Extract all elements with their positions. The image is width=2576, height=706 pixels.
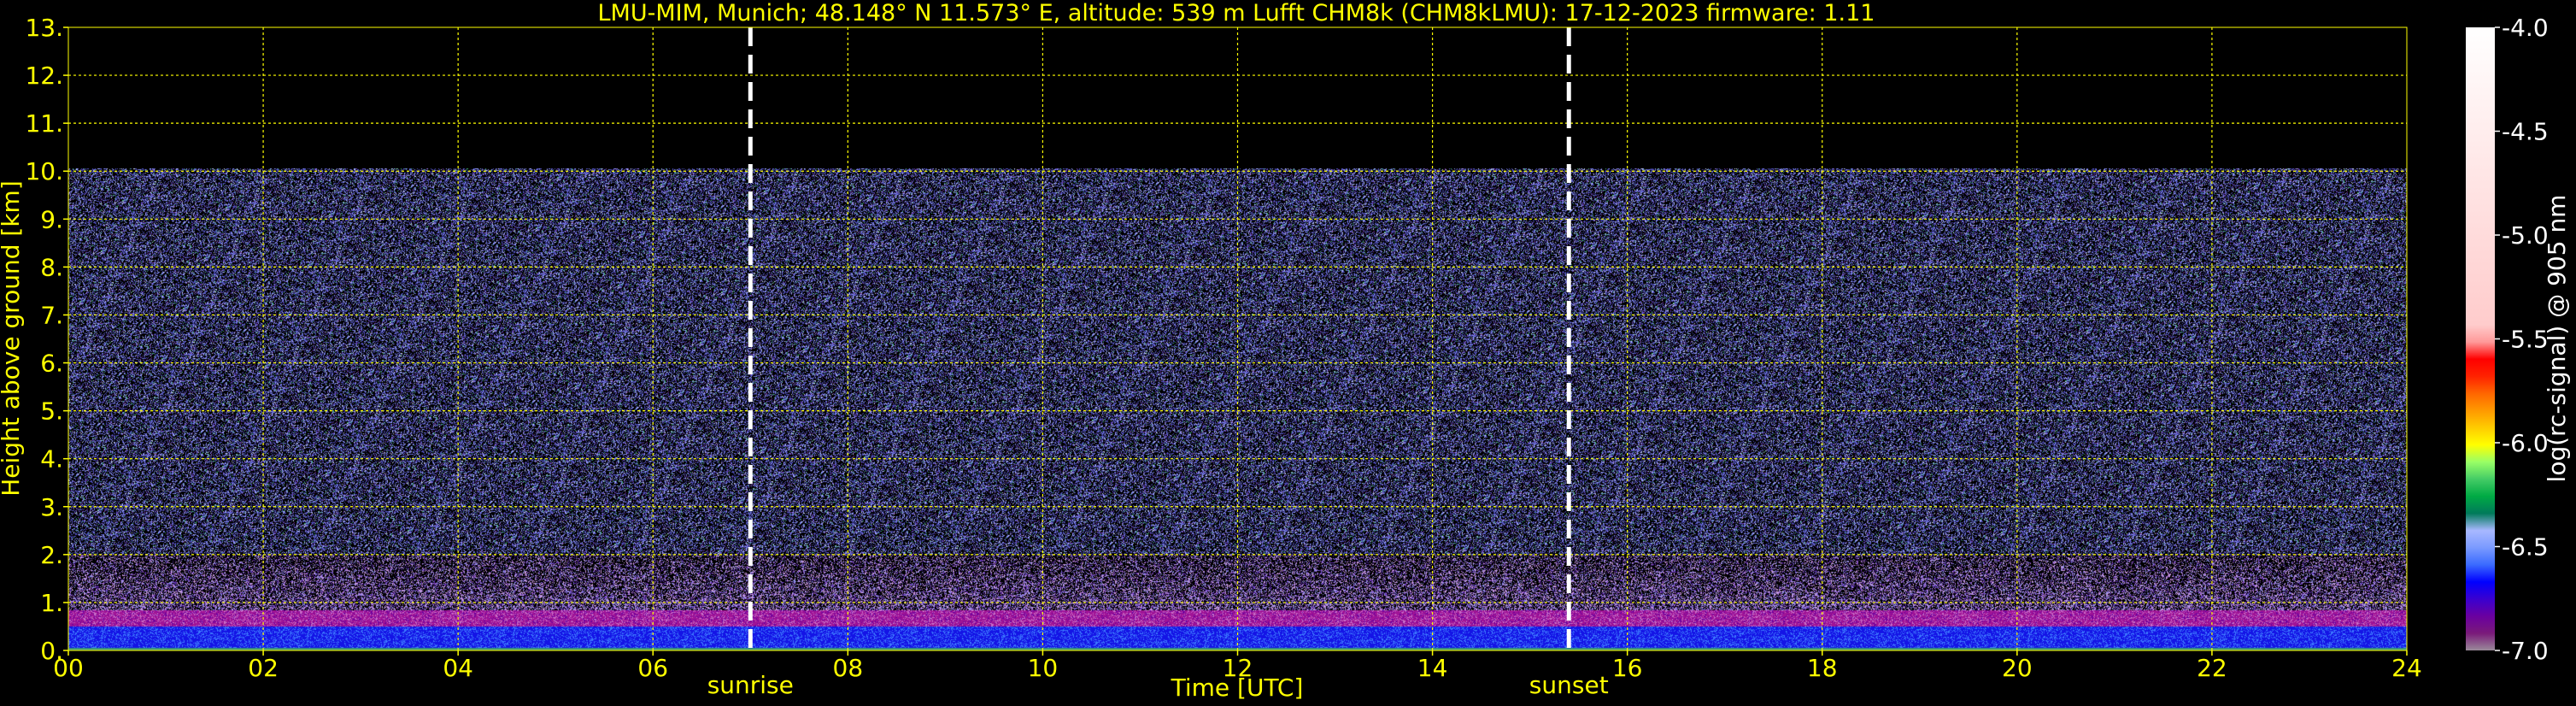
x-tick-label: 00 [53,654,84,682]
y-tick-label: 5. [40,397,63,426]
x-tick-label: 24 [2391,654,2422,682]
x-tick-label: 16 [1612,654,1643,682]
y-tick-label: 8. [40,253,63,281]
ceilometer-figure: LMU-MIM, Munich; 48.148° N 11.573° E, al… [0,0,2576,706]
y-tick-label: 7. [40,301,63,329]
colorbar-gradient [2466,27,2495,650]
y-tick-label: 11. [25,109,63,138]
colorbar-tick-label: -5.0 [2502,221,2549,250]
x-tick-label: 18 [1807,654,1838,682]
x-tick-label: 06 [637,654,668,682]
y-tick-label: 9. [40,205,63,233]
y-tick-label: 12. [25,62,63,90]
x-tick-label: 22 [2197,654,2227,682]
y-tick-label: 2. [40,541,63,569]
x-tick-label: 10 [1028,654,1059,682]
y-tick-label: 10. [25,157,63,185]
x-axis-label: Time [UTC] [1171,674,1304,702]
colorbar-tick-label: -4.5 [2502,118,2549,146]
colorbar-tick-label: -6.5 [2502,533,2549,562]
chart-title: LMU-MIM, Munich; 48.148° N 11.573° E, al… [598,0,1875,26]
colorbar-tick-label: -4.0 [2502,14,2549,42]
x-tick-label: 14 [1417,654,1448,682]
colorbar-tick-label: -6.0 [2502,429,2549,457]
colorbar-tick-label: -7.0 [2502,637,2549,665]
colorbar-label: log(rc-signal) @ 905 nm [2543,195,2571,483]
x-tick-label: 08 [833,654,864,682]
x-tick-label: 04 [443,654,473,682]
y-tick-label: 13. [25,14,63,42]
colorbar-tick-label: -5.5 [2502,326,2549,354]
x-tick-label: 20 [2002,654,2033,682]
sun-annotation-label: sunset [1529,671,1609,699]
y-tick-label: 1. [40,589,63,617]
y-tick-label: 6. [40,350,63,378]
y-tick-label: 4. [40,445,63,474]
y-tick-label: 3. [40,493,63,521]
y-axis-label: Height above ground [km] [0,180,25,497]
sun-annotation-label: sunrise [707,671,794,699]
x-tick-label: 02 [248,654,279,682]
